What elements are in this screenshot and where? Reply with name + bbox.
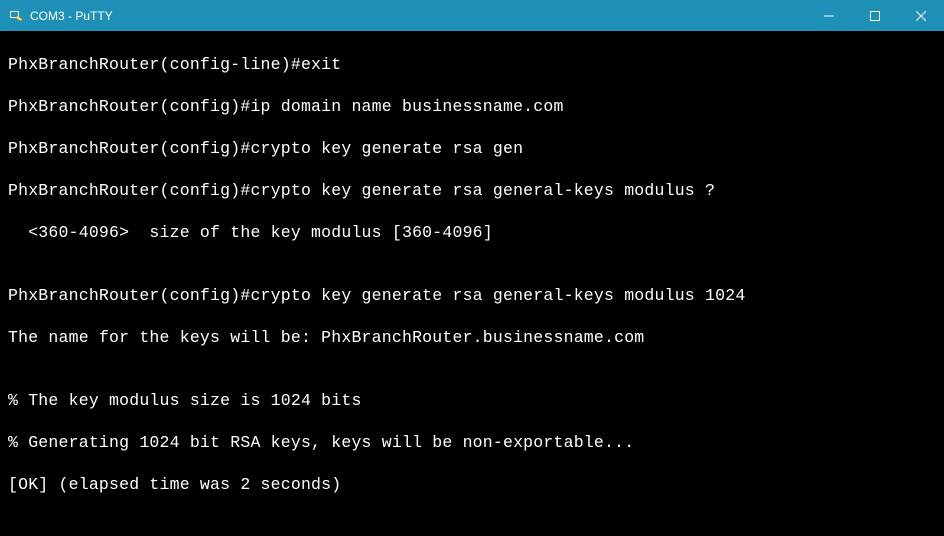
close-button[interactable] xyxy=(898,0,944,31)
minimize-button[interactable] xyxy=(806,0,852,31)
terminal-line: PhxBranchRouter(config-line)#exit xyxy=(8,54,936,75)
terminal-line: PhxBranchRouter(config)#crypto key gener… xyxy=(8,285,936,306)
terminal-line: PhxBranchRouter(config)#crypto key gener… xyxy=(8,138,936,159)
terminal-line: [OK] (elapsed time was 2 seconds) xyxy=(8,474,936,495)
terminal-line: % Generating 1024 bit RSA keys, keys wil… xyxy=(8,432,936,453)
terminal-line: % The key modulus size is 1024 bits xyxy=(8,390,936,411)
terminal-line: PhxBranchRouter(config)#ip domain name b… xyxy=(8,96,936,117)
window-controls xyxy=(806,0,944,31)
terminal-line: PhxBranchRouter(config)#crypto key gener… xyxy=(8,180,936,201)
terminal-area[interactable]: PhxBranchRouter(config-line)#exit PhxBra… xyxy=(0,31,944,536)
putty-icon xyxy=(8,8,24,24)
titlebar: COM3 - PuTTY xyxy=(0,0,944,31)
maximize-button[interactable] xyxy=(852,0,898,31)
terminal-line: The name for the keys will be: PhxBranch… xyxy=(8,327,936,348)
window-title: COM3 - PuTTY xyxy=(30,9,806,23)
terminal-line: <360-4096> size of the key modulus [360-… xyxy=(8,222,936,243)
